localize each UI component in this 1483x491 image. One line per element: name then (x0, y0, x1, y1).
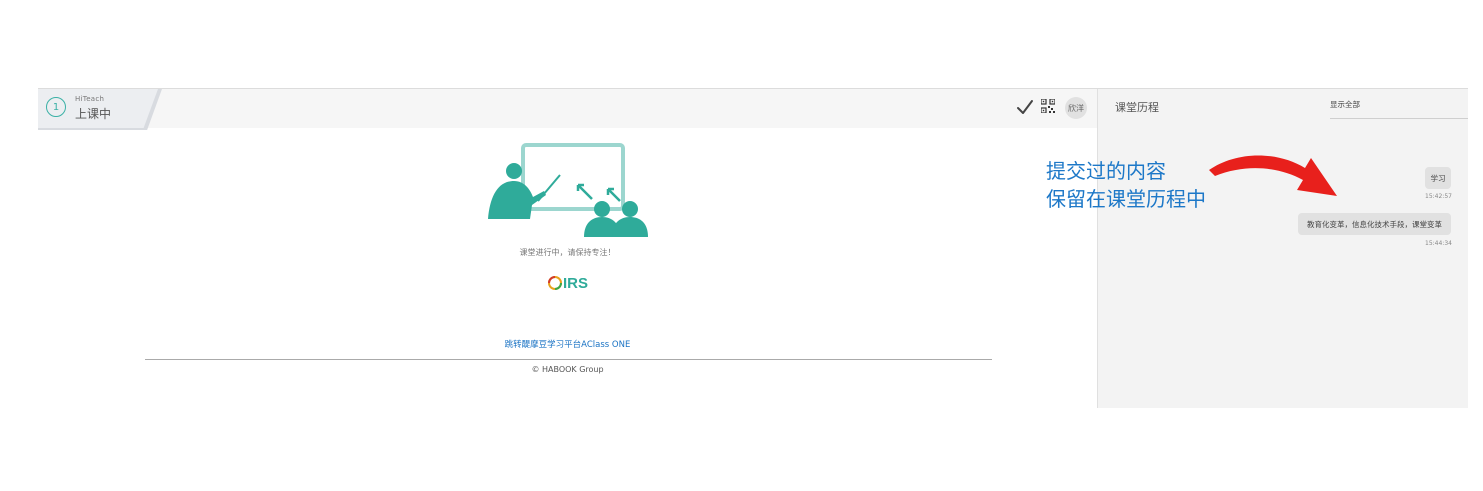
classroom-illustration (488, 143, 648, 237)
status-tab: 1 HiTeach 上课中 (38, 89, 158, 128)
history-message-text: 学习 (1430, 173, 1446, 183)
copyright: © HABOOK Group (531, 365, 604, 374)
user-avatar[interactable]: 欣洋 (1065, 97, 1087, 119)
irs-logo: IRS (548, 275, 588, 292)
brand-label: HiTeach (75, 95, 105, 103)
annotation-line-2: 保留在课堂历程中 (1046, 187, 1206, 211)
check-icon[interactable] (1016, 99, 1034, 117)
annotation-text: 提交过的内容 保留在课堂历程中 (1046, 157, 1206, 213)
class-status: 上课中 (75, 107, 112, 121)
footer-divider (145, 359, 992, 360)
qr-code-icon[interactable] (1041, 99, 1055, 113)
show-all-underline (1330, 118, 1468, 119)
history-message[interactable]: 教育化变革，信息化技术手段，课堂变革 (1298, 213, 1451, 235)
show-all-button[interactable]: 显示全部 (1330, 99, 1360, 110)
panel-title: 课堂历程 (1115, 101, 1159, 114)
top-bar: 1 HiTeach 上课中 欣洋 (38, 89, 1097, 130)
history-message-time: 15:44:34 (1425, 240, 1452, 247)
arrow-icon (1209, 155, 1337, 196)
step-number: 1 (46, 97, 66, 117)
history-message-text: 教育化变革，信息化技术手段，课堂变革 (1307, 219, 1442, 229)
class-history-panel: 课堂历程 显示全部 学习 15:42:57 教育化变革，信息化技术手段，课堂变革… (1097, 89, 1468, 408)
jump-link[interactable]: 跳转醍摩豆学习平台AClass ONE (38, 338, 1097, 350)
history-message[interactable]: 学习 (1425, 167, 1451, 189)
history-message-time: 15:42:57 (1425, 193, 1452, 200)
annotation-line-1: 提交过的内容 (1046, 159, 1166, 183)
classroom-main: 1 HiTeach 上课中 欣洋 课堂进行中，请保持专注！ IRS 跳转醍摩豆学… (38, 89, 1097, 408)
status-message: 课堂进行中，请保持专注！ (519, 248, 616, 257)
irs-logo-text: IRS (563, 275, 588, 292)
